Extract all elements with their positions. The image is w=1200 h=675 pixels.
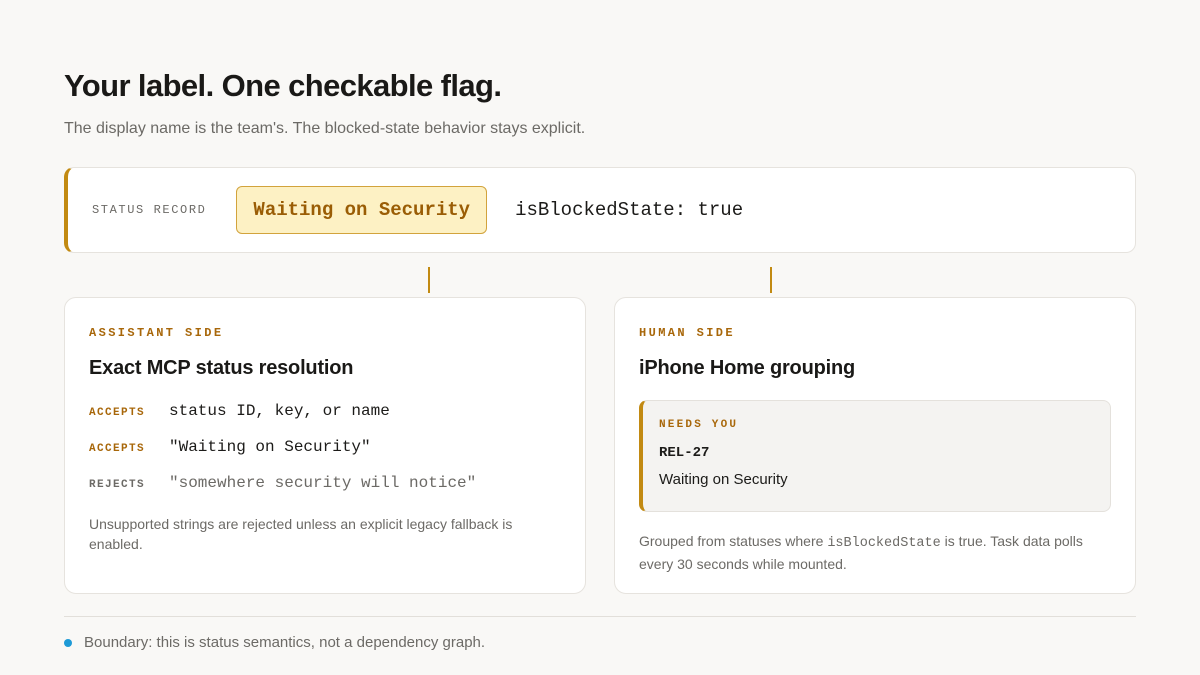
footer-divider <box>64 616 1136 617</box>
assistant-side-title: Exact MCP status resolution <box>89 357 354 379</box>
rule-text: "Waiting on Security" <box>169 438 371 456</box>
footer-text: Boundary: this is status semantics, not … <box>84 634 486 651</box>
rule-row: ACCEPTS "Waiting on Security" <box>89 438 561 456</box>
human-side-title: iPhone Home grouping <box>639 357 855 379</box>
rule-row: ACCEPTS status ID, key, or name <box>89 402 561 420</box>
assistant-side-note: Unsupported strings are rejected unless … <box>89 516 513 552</box>
rule-kind-accepts: ACCEPTS <box>89 443 146 455</box>
task-status: Waiting on Security <box>659 471 788 488</box>
rule-row: REJECTS "somewhere security will notice" <box>89 474 561 492</box>
blocked-state-flag: isBlockedState: true <box>515 199 744 221</box>
connector-to-human <box>770 267 772 293</box>
human-side-note: Grouped from statuses where isBlockedSta… <box>639 531 1111 575</box>
human-side-eyebrow: HUMAN SIDE <box>639 326 736 340</box>
needs-you-label: NEEDS YOU <box>659 419 739 431</box>
task-id: REL-27 <box>659 445 710 461</box>
footer: Boundary: this is status semantics, not … <box>64 634 485 651</box>
assistant-side-card: ASSISTANT SIDE Exact MCP status resoluti… <box>64 297 586 594</box>
page-subtitle: The display name is the team's. The bloc… <box>64 120 586 137</box>
page-title: Your label. One checkable flag. <box>64 68 502 103</box>
human-note-lead: Grouped from statuses where <box>639 533 828 549</box>
rule-kind-accepts: ACCEPTS <box>89 407 146 419</box>
status-record-label: STATUS RECORD <box>92 203 207 217</box>
needs-you-group: NEEDS YOU REL-27 Waiting on Security <box>639 400 1111 512</box>
status-display-name-badge: Waiting on Security <box>236 186 488 234</box>
status-record: STATUS RECORD Waiting on Security isBloc… <box>64 167 1136 253</box>
bullet-dot-icon <box>64 638 72 647</box>
rule-kind-rejects: REJECTS <box>89 479 146 491</box>
rule-text: status ID, key, or name <box>169 402 390 420</box>
connector-to-assistant <box>428 267 430 293</box>
human-note-code: isBlockedState <box>827 536 941 551</box>
assistant-side-eyebrow: ASSISTANT SIDE <box>89 326 224 340</box>
human-side-card: HUMAN SIDE iPhone Home grouping NEEDS YO… <box>614 297 1136 594</box>
rule-text: "somewhere security will notice" <box>169 474 477 492</box>
